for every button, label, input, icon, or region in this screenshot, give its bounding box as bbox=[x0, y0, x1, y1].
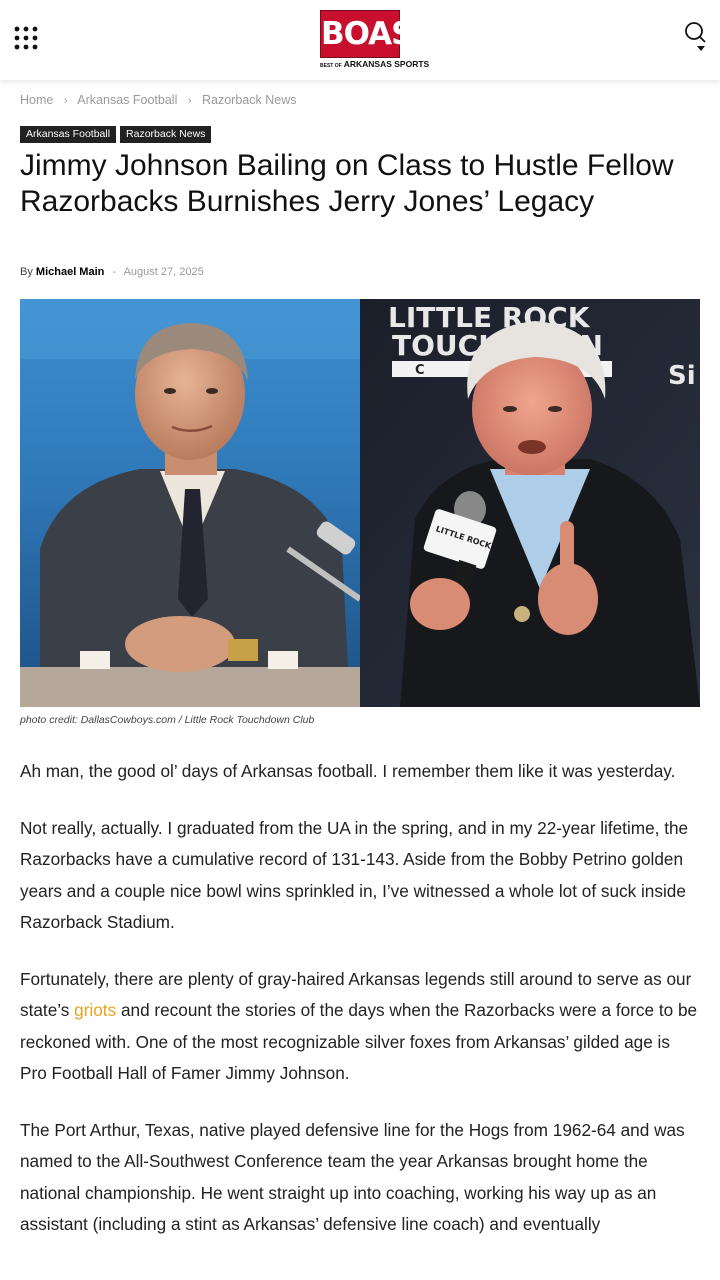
menu-button[interactable] bbox=[14, 26, 40, 52]
tag-razorback-news[interactable]: Razorback News bbox=[120, 126, 212, 143]
article-meta: By Michael Main - August 27, 2025 bbox=[20, 266, 204, 278]
article-title: Jimmy Johnson Bailing on Class to Hustle… bbox=[20, 149, 674, 218]
breadcrumb-razorback-news[interactable]: Razorback News bbox=[202, 93, 296, 107]
featured-image: LITTLE ROCK TOUCHDOWN C Si LITTLE ROCK bbox=[20, 299, 700, 707]
grid-dots-icon bbox=[14, 26, 38, 50]
paragraph-3: Fortunately, there are plenty of gray-ha… bbox=[20, 968, 698, 1084]
publish-date: August 27, 2025 bbox=[123, 266, 204, 278]
paragraph-4: The Port Arthur, Texas, native played de… bbox=[20, 1119, 685, 1235]
griots-link[interactable]: griots bbox=[74, 1000, 116, 1020]
chevron-right-icon: › bbox=[187, 95, 192, 107]
photo-credit: photo credit: DallasCowboys.com / Little… bbox=[20, 714, 315, 726]
chevron-right-icon: › bbox=[63, 95, 68, 107]
site-logo[interactable]: BOAS BEST OF ARKANSAS SPORTS bbox=[320, 10, 430, 70]
breadcrumb-home[interactable]: Home bbox=[20, 93, 53, 107]
by-label: By bbox=[20, 266, 33, 278]
category-tags: Arkansas Football Razorback News bbox=[20, 124, 215, 143]
left-photo bbox=[20, 299, 362, 707]
meta-separator: - bbox=[112, 266, 117, 278]
svg-text:C: C bbox=[415, 363, 425, 378]
logo-tagline: BEST OF ARKANSAS SPORTS bbox=[320, 59, 430, 69]
search-button[interactable] bbox=[682, 20, 710, 56]
right-photo: LITTLE ROCK TOUCHDOWN C Si LITTLE ROCK bbox=[360, 299, 700, 707]
logo-mark: BOAS bbox=[320, 10, 413, 58]
search-icon bbox=[685, 22, 706, 51]
paragraph-1: Ah man, the good ol’ days of Arkansas fo… bbox=[20, 761, 676, 781]
site-header: BOAS BEST OF ARKANSAS SPORTS bbox=[0, 0, 720, 80]
tag-arkansas-football[interactable]: Arkansas Football bbox=[20, 126, 117, 143]
breadcrumb-arkansas-football[interactable]: Arkansas Football bbox=[77, 93, 177, 107]
svg-text:Si: Si bbox=[668, 361, 696, 391]
breadcrumb: Home › Arkansas Football › Razorback New… bbox=[20, 93, 296, 107]
article-body: Ah man, the good ol’ days of Arkansas fo… bbox=[20, 756, 700, 1266]
author-link[interactable]: Michael Main bbox=[36, 266, 104, 278]
paragraph-2: Not really, actually. I graduated from t… bbox=[20, 817, 689, 933]
